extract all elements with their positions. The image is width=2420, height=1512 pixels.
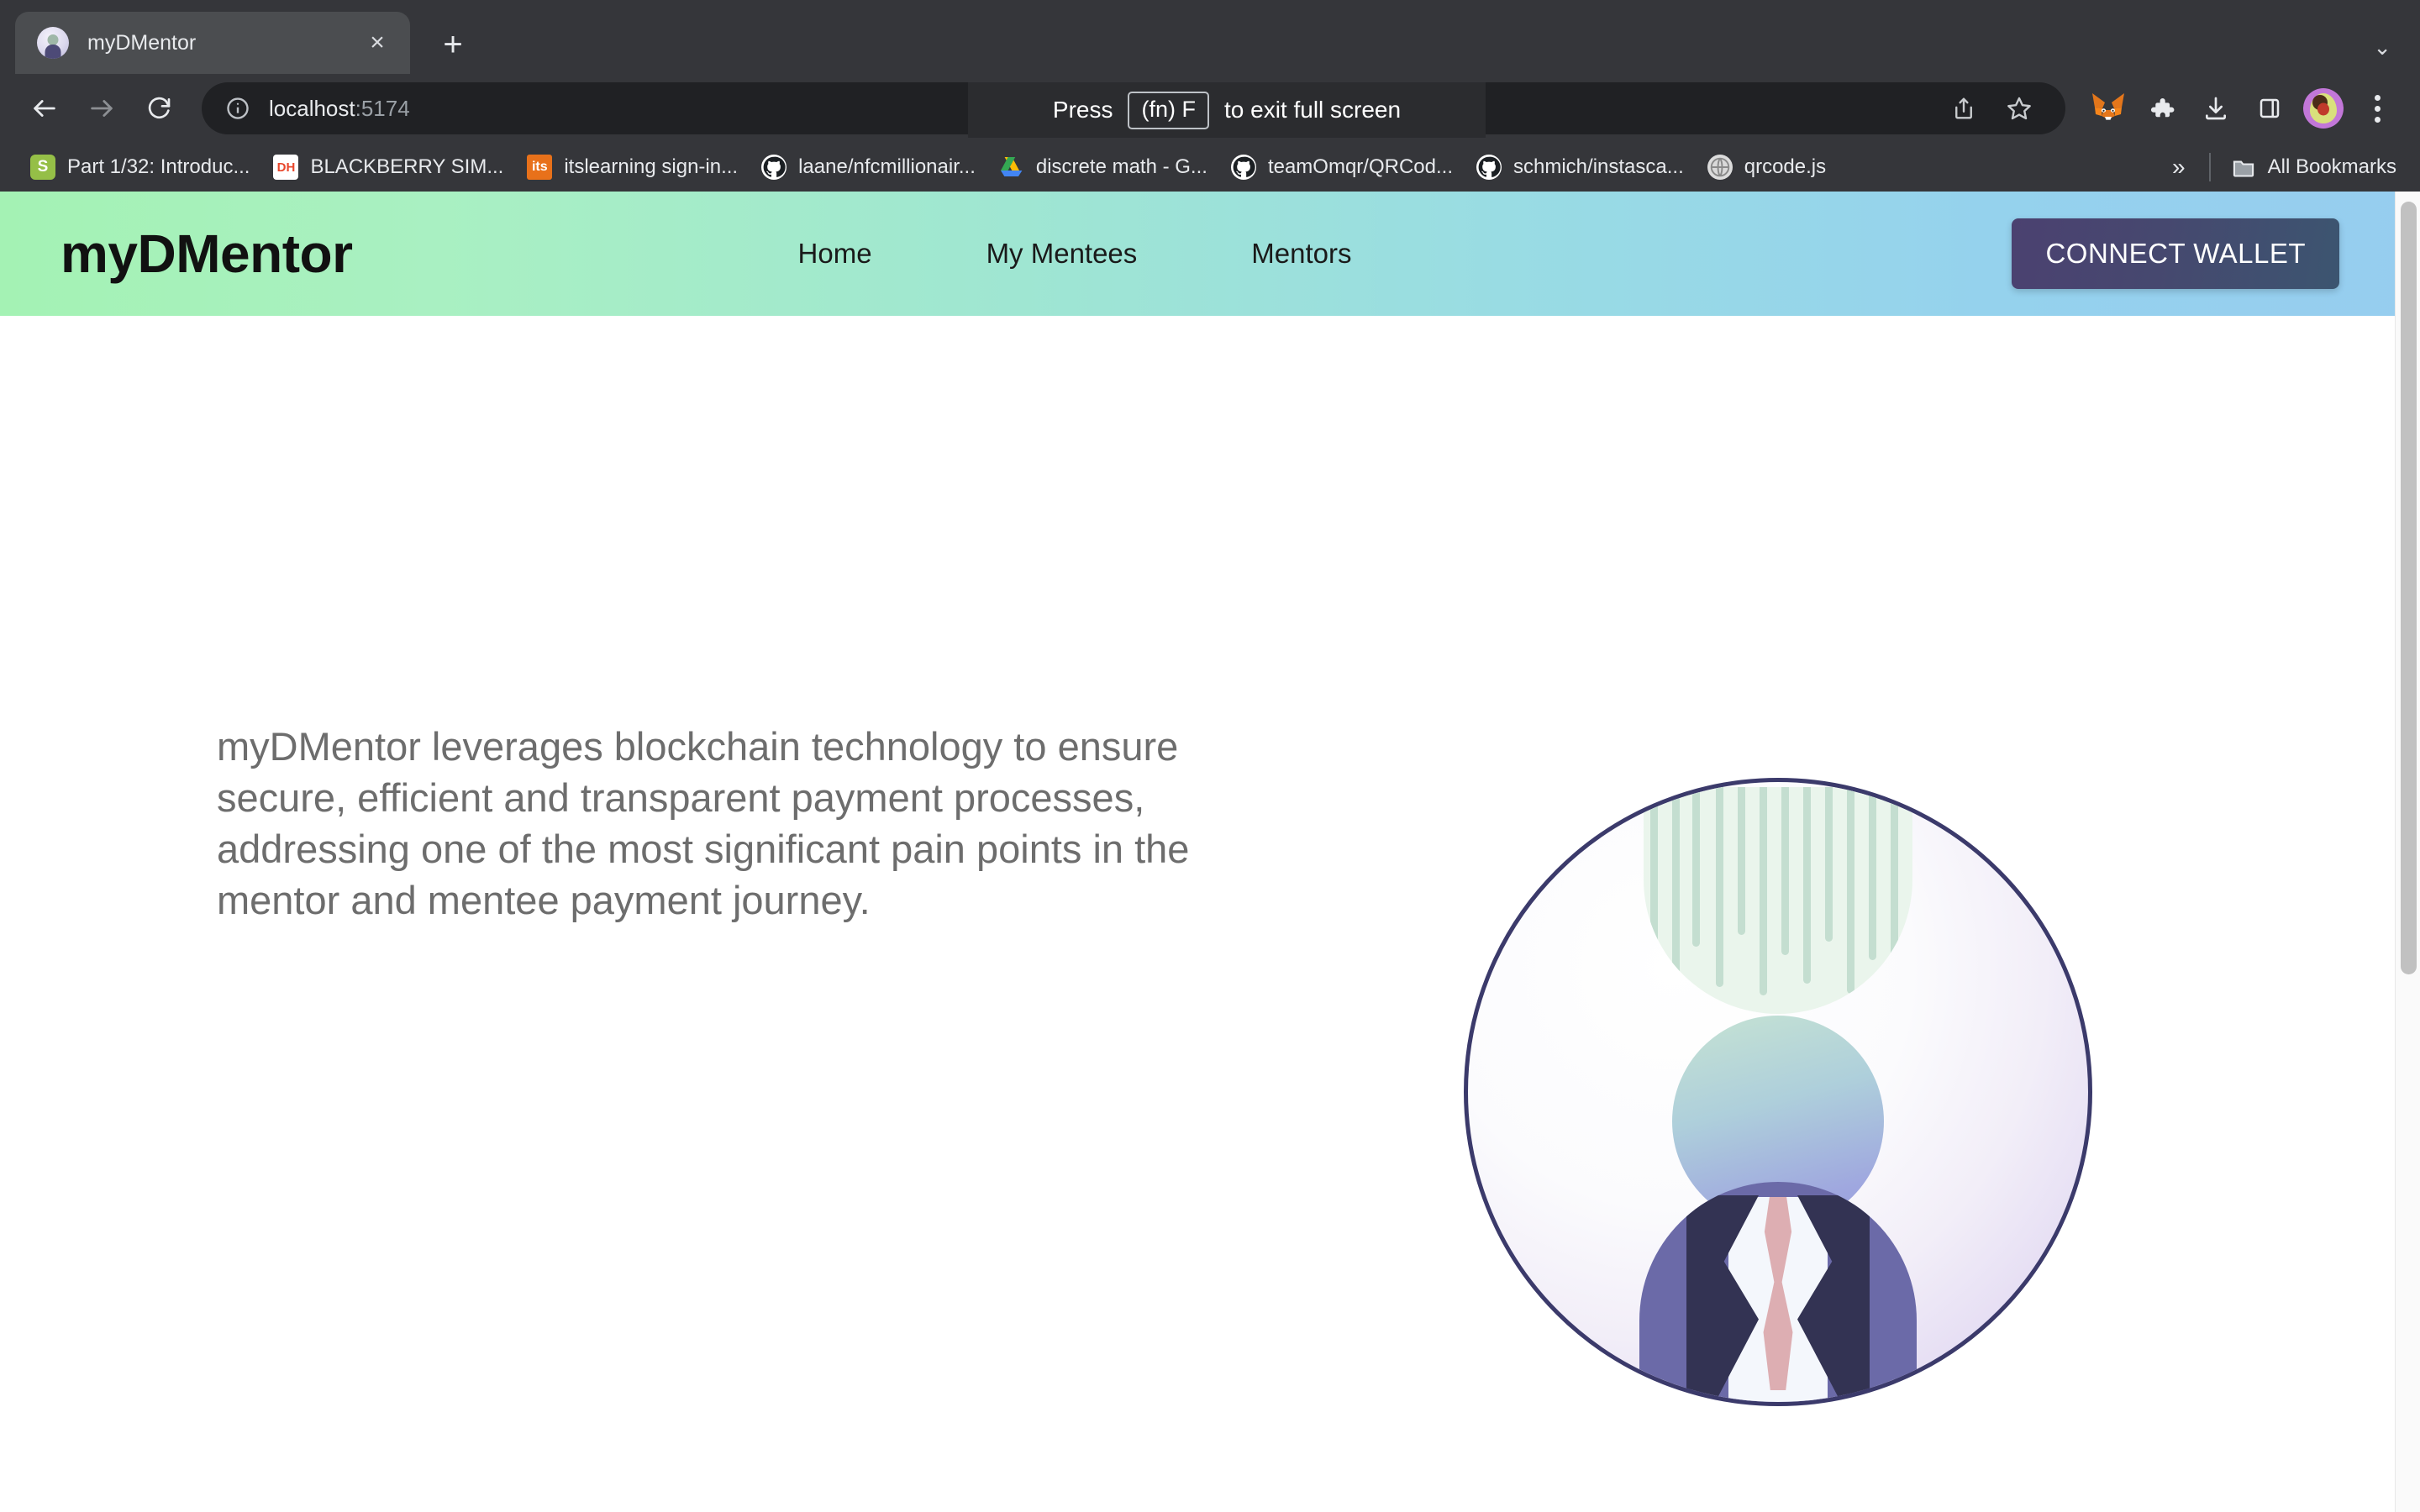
bookmark-label: qrcode.js	[1744, 155, 1827, 178]
fullscreen-notice-suffix: to exit full screen	[1223, 97, 1402, 123]
browser-tab[interactable]: myDMentor ×	[15, 12, 410, 74]
devilhunter-icon: DH	[273, 155, 299, 180]
toolbar-extension-icons	[2084, 84, 2402, 133]
avocado-avatar-icon	[2303, 88, 2344, 129]
info-icon[interactable]	[224, 94, 252, 123]
downloads-icon[interactable]	[2191, 84, 2240, 133]
tab-strip: myDMentor × + ⌄	[0, 0, 2420, 74]
mydmentor-avatar-favicon	[37, 27, 69, 59]
bookmark-item[interactable]: qrcode.js	[1696, 150, 1838, 185]
bookmark-item[interactable]: its itslearning sign-in...	[515, 150, 750, 185]
all-bookmarks-button[interactable]: All Bookmarks	[2221, 150, 2407, 185]
share-icon[interactable]	[1939, 84, 1988, 133]
scrollbar-thumb[interactable]	[2401, 202, 2417, 974]
bookmark-item[interactable]: teamOmqr/QRCod...	[1219, 150, 1465, 185]
illustration-circle	[1464, 778, 2092, 1406]
site-brand[interactable]: myDMentor	[60, 227, 353, 281]
forward-button[interactable]	[76, 82, 128, 134]
url-text: localhost:5174	[269, 96, 410, 122]
bookmarks-divider	[2208, 153, 2211, 181]
chevron-down-icon[interactable]: ⌄	[2373, 34, 2391, 60]
omnibox-actions	[1939, 84, 2044, 133]
browser-chrome: myDMentor × + ⌄ localhost:5174 S Part 1/…	[0, 0, 2420, 192]
page-viewport: myDMentor Home My Mentees Mentors CONNEC…	[0, 192, 2420, 1512]
connect-wallet-button[interactable]: CONNECT WALLET	[2012, 218, 2339, 289]
fullscreen-exit-notice: Press (fn) F to exit full screen	[968, 82, 1486, 138]
reload-button[interactable]	[133, 82, 185, 134]
bookmark-item[interactable]: laane/nfcmillionair...	[750, 150, 987, 185]
page-scrollbar[interactable]	[2395, 192, 2420, 1512]
bookmark-item[interactable]: DH BLACKBERRY SIM...	[261, 150, 515, 185]
bookmark-item[interactable]: S Part 1/32: Introduc...	[18, 150, 261, 185]
url-host: localhost	[269, 95, 355, 121]
bookmark-star-icon[interactable]	[1995, 84, 2044, 133]
url-port: :5174	[355, 95, 410, 121]
close-icon[interactable]: ×	[363, 29, 392, 57]
site-nav-links: Home My Mentees Mentors	[798, 238, 1352, 270]
site-navbar: myDMentor Home My Mentees Mentors CONNEC…	[0, 192, 2420, 316]
new-tab-button[interactable]: +	[429, 20, 477, 69]
google-drive-icon	[999, 155, 1024, 180]
browser-window: myDMentor × + ⌄ localhost:5174 S Part 1/…	[0, 0, 2420, 1512]
github-icon	[761, 155, 787, 180]
bookmark-label: Part 1/32: Introduc...	[67, 155, 250, 178]
bookmark-label: BLACKBERRY SIM...	[310, 155, 504, 178]
shopify-icon: S	[30, 155, 55, 180]
bookmark-item[interactable]: schmich/instasca...	[1465, 150, 1696, 185]
back-button[interactable]	[18, 82, 71, 134]
bookmark-label: itslearning sign-in...	[564, 155, 739, 178]
tab-title: myDMentor	[87, 30, 197, 55]
nav-link-mentors[interactable]: Mentors	[1251, 238, 1351, 270]
illustration-hair	[1644, 787, 1912, 1014]
bookmark-label: teamOmqr/QRCod...	[1267, 155, 1453, 178]
bookmark-item[interactable]: discrete math - G...	[987, 150, 1219, 185]
nav-link-my-mentees[interactable]: My Mentees	[986, 238, 1138, 270]
mentor-avatar-illustration	[1464, 778, 2092, 1406]
bookmarks-overflow-button[interactable]: »	[2159, 154, 2199, 181]
bookmarks-bar: S Part 1/32: Introduc... DH BLACKBERRY S…	[0, 143, 2420, 192]
hero-copy: myDMentor leverages blockchain technolog…	[217, 721, 1208, 926]
bookmark-label: discrete math - G...	[1035, 155, 1207, 178]
chrome-menu-button[interactable]	[2353, 84, 2402, 133]
globe-icon	[1707, 155, 1733, 180]
folder-icon	[2231, 155, 2256, 180]
nav-link-home[interactable]: Home	[798, 238, 872, 270]
extensions-puzzle-icon[interactable]	[2138, 84, 2186, 133]
kebab-icon	[2374, 94, 2381, 123]
github-icon	[1230, 155, 1256, 180]
bookmark-label: schmich/instasca...	[1513, 155, 1684, 178]
hero-section: myDMentor leverages blockchain technolog…	[0, 316, 2420, 1512]
hero-paragraph: myDMentor leverages blockchain technolog…	[217, 724, 1190, 923]
github-icon	[1476, 155, 1502, 180]
fullscreen-notice-key: (fn) F	[1128, 91, 1209, 129]
illustration-body	[1639, 1182, 1917, 1402]
fullscreen-notice-prefix: Press	[1052, 97, 1113, 123]
side-panel-icon[interactable]	[2245, 84, 2294, 133]
itslearning-icon: its	[527, 155, 553, 180]
all-bookmarks-label: All Bookmarks	[2267, 155, 2396, 178]
bookmark-label: laane/nfcmillionair...	[798, 155, 976, 178]
profile-avatar[interactable]	[2299, 84, 2348, 133]
metamask-fox-icon[interactable]	[2084, 84, 2133, 133]
